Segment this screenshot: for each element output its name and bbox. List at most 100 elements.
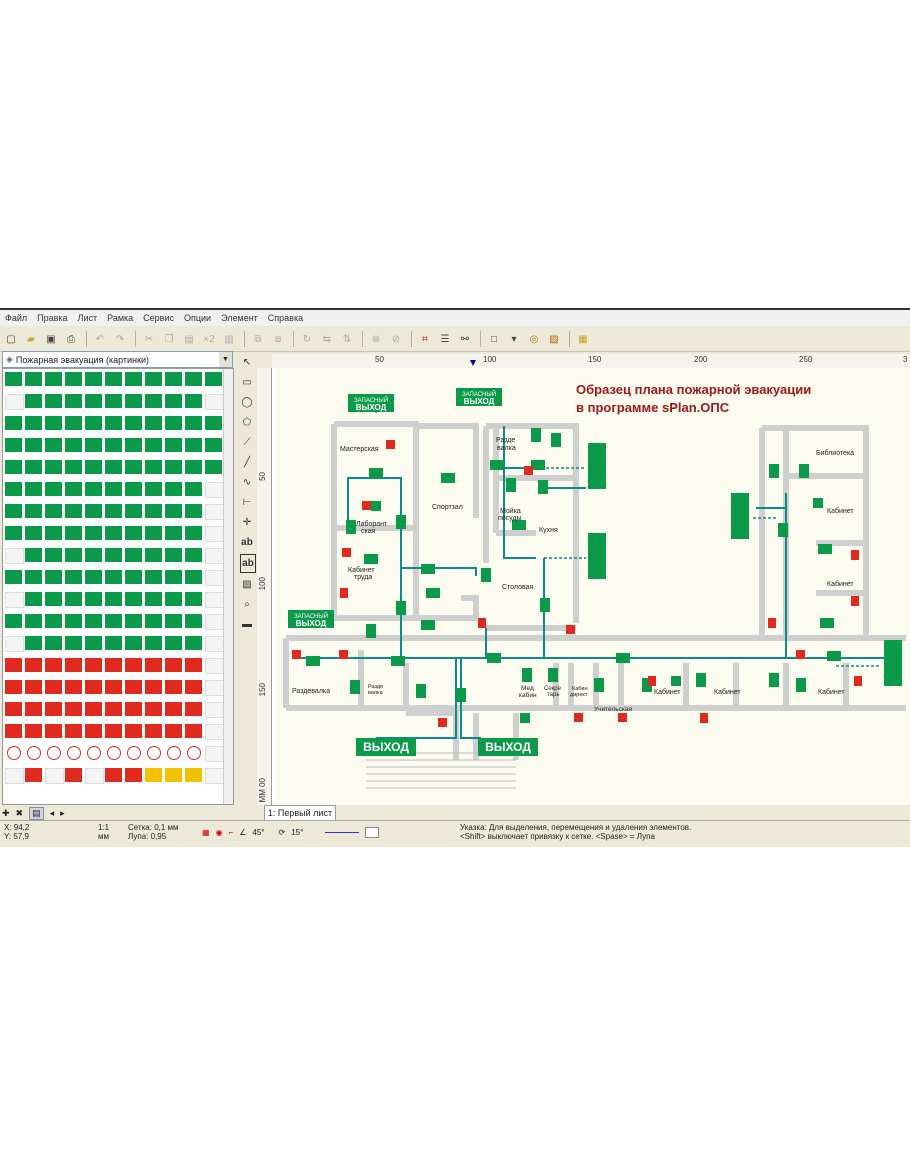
symbol-thumbnail[interactable]	[144, 415, 163, 431]
menu-frame[interactable]: Рамка	[102, 313, 138, 323]
symbol-thumbnail[interactable]	[204, 547, 224, 564]
symbol-thumbnail[interactable]	[204, 701, 224, 718]
symbol-thumbnail[interactable]	[4, 635, 24, 652]
symbol-thumbnail[interactable]	[184, 437, 203, 453]
symbol-thumbnail[interactable]	[204, 437, 223, 453]
symbol-thumbnail[interactable]	[164, 371, 183, 387]
undo-icon[interactable]: ↶	[91, 330, 109, 348]
move-right-icon[interactable]: ▸	[60, 808, 65, 819]
open-folder-icon[interactable]: ▰	[22, 330, 40, 348]
symbol-thumbnail[interactable]	[144, 767, 163, 783]
symbol-thumbnail[interactable]	[204, 459, 223, 475]
symbol-thumbnail[interactable]	[184, 745, 203, 761]
symbol-thumbnail[interactable]	[164, 767, 183, 783]
symbol-thumbnail[interactable]	[84, 657, 103, 673]
symbol-thumbnail[interactable]	[84, 701, 103, 717]
junction-tool-icon[interactable]: ✛	[240, 514, 254, 531]
symbol-thumbnail[interactable]	[144, 679, 163, 695]
symbol-thumbnail[interactable]	[24, 613, 43, 629]
symbol-thumbnail[interactable]	[124, 723, 143, 739]
palette-scrollbar[interactable]	[223, 369, 233, 804]
symbol-thumbnail[interactable]	[104, 701, 123, 717]
symbol-thumbnail[interactable]	[164, 547, 183, 563]
symbol-thumbnail[interactable]	[84, 591, 103, 607]
symbol-thumbnail[interactable]	[64, 481, 83, 497]
symbol-thumbnail[interactable]	[164, 657, 183, 673]
symbol-thumbnail[interactable]	[104, 767, 123, 783]
symbol-thumbnail[interactable]	[104, 613, 123, 629]
symbol-thumbnail[interactable]	[84, 393, 103, 409]
symbol-thumbnail[interactable]	[84, 547, 103, 563]
symbol-thumbnail[interactable]	[144, 459, 163, 475]
move-left-icon[interactable]: ◂	[50, 808, 55, 819]
symbol-thumbnail[interactable]	[104, 393, 123, 409]
symbol-thumbnail[interactable]	[4, 503, 23, 519]
symbol-thumbnail[interactable]	[144, 613, 163, 629]
symbol-thumbnail[interactable]	[164, 525, 183, 541]
symbol-thumbnail[interactable]	[164, 635, 183, 651]
symbol-thumbnail[interactable]	[24, 503, 43, 519]
symbol-thumbnail[interactable]	[164, 613, 183, 629]
symbol-thumbnail[interactable]	[4, 701, 23, 717]
symbol-thumbnail[interactable]	[24, 415, 43, 431]
symbol-thumbnail[interactable]	[204, 723, 224, 740]
polyline-tool-icon[interactable]: ⟋	[240, 434, 254, 451]
symbol-thumbnail[interactable]	[144, 547, 163, 563]
menu-file[interactable]: Файл	[0, 313, 32, 323]
symbol-thumbnail[interactable]	[24, 679, 43, 695]
textframe-tool-icon[interactable]: ab	[240, 554, 256, 573]
add-icon[interactable]: ✚	[2, 808, 10, 819]
node-edit-icon[interactable]: ⌗	[416, 330, 434, 348]
cut-icon[interactable]: ✂	[140, 330, 158, 348]
symbol-thumbnail[interactable]	[184, 613, 203, 629]
symbol-thumbnail[interactable]	[144, 723, 163, 739]
binoculars-icon[interactable]: ⚯	[456, 330, 474, 348]
symbol-thumbnail[interactable]	[104, 503, 123, 519]
symbol-thumbnail[interactable]	[24, 459, 43, 475]
symbol-thumbnail[interactable]	[24, 525, 43, 541]
symbol-thumbnail[interactable]	[104, 525, 123, 541]
symbol-thumbnail[interactable]	[184, 767, 203, 783]
symbol-thumbnail[interactable]	[124, 591, 143, 607]
symbol-thumbnail[interactable]	[144, 657, 163, 673]
symbol-thumbnail[interactable]	[144, 569, 163, 585]
symbol-thumbnail[interactable]	[4, 547, 24, 564]
symbol-thumbnail[interactable]	[84, 613, 103, 629]
symbol-thumbnail[interactable]	[4, 569, 23, 585]
symbol-thumbnail[interactable]	[64, 503, 83, 519]
redo-icon[interactable]: ↷	[111, 330, 129, 348]
symbol-thumbnail[interactable]	[124, 459, 143, 475]
symbol-thumbnail[interactable]	[104, 371, 123, 387]
symbol-thumbnail[interactable]	[84, 679, 103, 695]
rotate-icon[interactable]: ↻	[298, 330, 316, 348]
save-icon[interactable]: ▣	[42, 330, 60, 348]
symbol-thumbnail[interactable]	[104, 591, 123, 607]
drawing-sheet[interactable]: Образец плана пожарной эвакуации в прогр…	[276, 368, 910, 805]
print-icon[interactable]: ⎙	[62, 330, 80, 348]
symbol-thumbnail[interactable]	[84, 525, 103, 541]
symbol-thumbnail[interactable]	[44, 701, 63, 717]
mirror-v-icon[interactable]: ⇅	[338, 330, 356, 348]
symbol-thumbnail[interactable]	[84, 459, 103, 475]
symbol-thumbnail[interactable]	[144, 503, 163, 519]
symbol-thumbnail[interactable]	[204, 525, 224, 542]
symbol-thumbnail[interactable]	[204, 745, 224, 762]
symbol-thumbnail[interactable]	[124, 745, 143, 761]
chevron-down-icon[interactable]: ▼	[219, 352, 232, 367]
symbol-thumbnail[interactable]	[64, 525, 83, 541]
symbol-thumbnail[interactable]	[184, 371, 203, 387]
list-icon[interactable]: ☰	[436, 330, 454, 348]
symbol-thumbnail[interactable]	[204, 371, 223, 387]
symbol-thumbnail[interactable]	[24, 371, 43, 387]
image-icon[interactable]: ▨	[545, 330, 563, 348]
orthogonal-icon[interactable]: ⌐	[229, 828, 234, 837]
symbol-thumbnail[interactable]	[104, 745, 123, 761]
symbol-thumbnail[interactable]	[4, 657, 23, 673]
symbol-thumbnail[interactable]	[4, 393, 24, 410]
unlock-icon[interactable]: ⊘	[387, 330, 405, 348]
ellipse-tool-icon[interactable]: ◯	[240, 394, 254, 411]
symbol-thumbnail[interactable]	[44, 723, 63, 739]
symbol-thumbnail[interactable]	[124, 569, 143, 585]
symbol-thumbnail[interactable]	[4, 525, 23, 541]
tab-first-sheet[interactable]: 1: Первый лист	[264, 805, 336, 821]
